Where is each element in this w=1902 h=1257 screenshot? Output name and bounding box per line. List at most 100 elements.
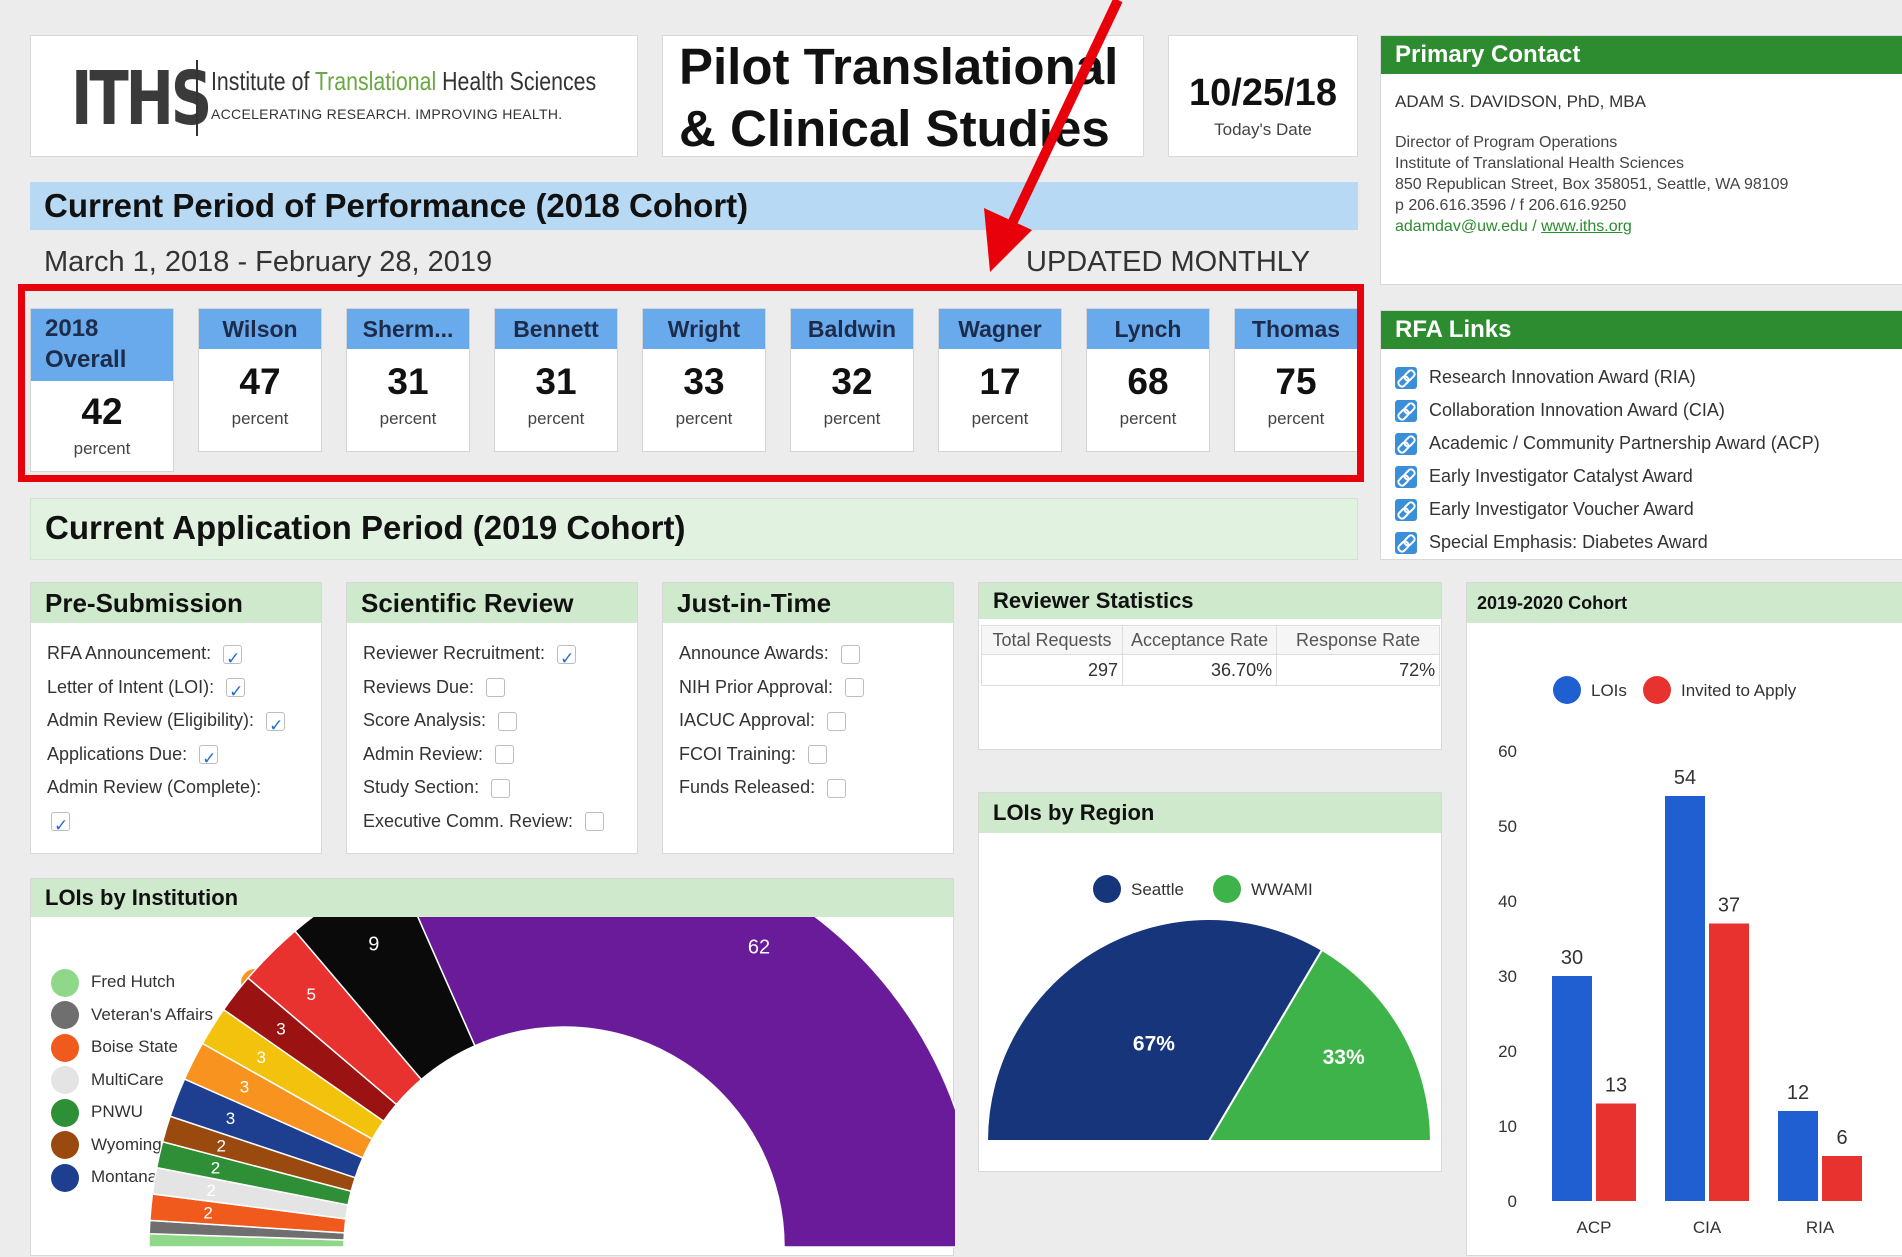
checklist-item: Study Section: bbox=[363, 771, 627, 805]
bar bbox=[1709, 923, 1749, 1201]
date-card: 10/25/18 Today's Date bbox=[1168, 35, 1358, 157]
bar-value-label: 13 bbox=[1605, 1075, 1627, 1097]
checklist-item: Applications Due: bbox=[47, 738, 311, 775]
application-period-heading: Current Application Period (2019 Cohort) bbox=[30, 498, 1358, 560]
scientific-review-heading: Scientific Review bbox=[347, 583, 637, 623]
rfa-link-diabetes[interactable]: Special Emphasis: Diabetes Award bbox=[1395, 526, 1820, 559]
contact-phone: p 206.616.3596 / f 206.616.9250 bbox=[1395, 197, 1627, 214]
logo-divider bbox=[196, 60, 198, 136]
lois-by-institution-panel: LOIs by Institution Fred Hutch Veteran's … bbox=[30, 878, 955, 1256]
bar bbox=[1778, 1111, 1818, 1201]
scientific-review-checklist: Reviewer Recruitment: Reviews Due: Score… bbox=[363, 637, 627, 838]
cohort-chart-heading: 2019-2020 Cohort bbox=[1467, 583, 1902, 623]
logo-institute-name: Institute of Translational Health Scienc… bbox=[211, 66, 596, 97]
bar-value-label: 12 bbox=[1787, 1082, 1809, 1104]
rfa-link-label: Research Innovation Award (RIA) bbox=[1429, 367, 1696, 387]
checklist-item: Reviews Due: bbox=[363, 671, 627, 705]
iths-logo-mark: ITHS bbox=[71, 56, 212, 142]
rfa-link-voucher[interactable]: Early Investigator Voucher Award bbox=[1395, 493, 1820, 526]
checkbox[interactable] bbox=[498, 711, 518, 731]
table-cell: 72% bbox=[1276, 654, 1441, 686]
rfa-link-label: Early Investigator Catalyst Award bbox=[1429, 466, 1693, 486]
checklist-item: Admin Review (Complete): bbox=[47, 771, 311, 805]
y-tick-label: 10 bbox=[1498, 1117, 1517, 1136]
checkbox[interactable] bbox=[808, 745, 828, 765]
pre-submission-heading: Pre-Submission bbox=[31, 583, 321, 623]
bar-value-label: 30 bbox=[1561, 947, 1583, 969]
table-header-cell: Total Requests bbox=[981, 625, 1123, 655]
checkbox[interactable] bbox=[486, 678, 506, 698]
checklist-label: Admin Review (Complete): bbox=[47, 777, 262, 797]
checkbox[interactable] bbox=[827, 778, 847, 798]
checklist-label: Admin Review (Eligibility): bbox=[47, 710, 255, 730]
reviewer-statistics-table: Total Requests Acceptance Rate Response … bbox=[981, 625, 1441, 686]
arrow-shaft bbox=[1003, 0, 1123, 235]
red-arrow-annotation bbox=[984, 0, 1123, 272]
region-slice-label: 33% bbox=[1323, 1046, 1365, 1069]
contact-email-link[interactable]: adamdav@uw.edu bbox=[1395, 218, 1528, 235]
bar-value-label: 37 bbox=[1718, 895, 1740, 917]
y-tick-label: 40 bbox=[1498, 892, 1517, 911]
rfa-link-cia[interactable]: Collaboration Innovation Award (CIA) bbox=[1395, 394, 1820, 427]
checklist-label: NIH Prior Approval: bbox=[679, 676, 834, 697]
slice-value-label: 5 bbox=[306, 985, 315, 1004]
slice-value-label: 3 bbox=[276, 1020, 285, 1039]
donut-slice bbox=[417, 917, 955, 1248]
legend-swatch bbox=[1213, 875, 1241, 903]
legend-swatch bbox=[1643, 676, 1671, 704]
rfa-links-card: RFA Links Research Innovation Award (RIA… bbox=[1380, 310, 1902, 560]
checklist-item: Reviewer Recruitment: bbox=[363, 637, 627, 675]
checklist-label: Study Section: bbox=[363, 777, 480, 797]
table-header-cell: Acceptance Rate bbox=[1121, 625, 1278, 655]
slice-value-label: 2 bbox=[211, 1158, 220, 1177]
checkbox[interactable] bbox=[840, 644, 860, 664]
checklist-item: Announce Awards: bbox=[679, 637, 943, 671]
link-icon bbox=[1395, 432, 1417, 455]
contact-name: ADAM S. DAVIDSON, PhD, MBA bbox=[1395, 92, 1646, 111]
link-icon bbox=[1395, 399, 1417, 422]
checkbox[interactable] bbox=[827, 711, 847, 731]
checkbox[interactable] bbox=[266, 709, 286, 742]
y-tick-label: 0 bbox=[1508, 1192, 1517, 1211]
lois-by-region-heading: LOIs by Region bbox=[979, 793, 1441, 833]
highlight-frame bbox=[18, 284, 1364, 482]
checkbox[interactable] bbox=[491, 778, 511, 798]
checklist-item: IACUC Approval: bbox=[679, 704, 943, 738]
slice-value-label: 2 bbox=[203, 1204, 212, 1223]
checkbox[interactable] bbox=[557, 642, 577, 675]
rfa-link-ria[interactable]: Research Innovation Award (RIA) bbox=[1395, 361, 1820, 394]
logo-name-suffix: Health Sciences bbox=[436, 66, 597, 96]
table-cell: 297 bbox=[981, 654, 1123, 686]
checklist-label: Applications Due: bbox=[47, 743, 188, 764]
checkbox[interactable] bbox=[845, 678, 865, 698]
primary-contact-heading: Primary Contact bbox=[1381, 36, 1902, 74]
checkbox[interactable] bbox=[226, 675, 246, 708]
just-in-time-panel: Just-in-Time Announce Awards: NIH Prior … bbox=[662, 582, 954, 854]
checkbox[interactable] bbox=[199, 742, 219, 775]
checkbox[interactable] bbox=[585, 812, 605, 832]
checkbox[interactable] bbox=[495, 745, 515, 765]
checkbox[interactable] bbox=[51, 809, 70, 842]
checkbox[interactable] bbox=[223, 642, 243, 675]
contact-role: Director of Program Operations bbox=[1395, 134, 1618, 151]
x-tick-label: CIA bbox=[1693, 1218, 1722, 1237]
contact-website-link[interactable]: www.iths.org bbox=[1541, 218, 1632, 235]
rfa-link-acp[interactable]: Academic / Community Partnership Award (… bbox=[1395, 427, 1820, 460]
just-in-time-heading: Just-in-Time bbox=[663, 583, 953, 623]
checklist-item: Letter of Intent (LOI): bbox=[47, 671, 311, 708]
performance-period-heading: Current Period of Performance (2018 Coho… bbox=[30, 182, 1358, 230]
slice-value-label: 3 bbox=[226, 1109, 235, 1128]
checklist-item-continued bbox=[47, 805, 311, 842]
reviewer-statistics-panel: Reviewer Statistics Total Requests Accep… bbox=[978, 582, 1442, 750]
rfa-link-label: Collaboration Innovation Award (CIA) bbox=[1429, 400, 1725, 420]
rfa-links-list: Research Innovation Award (RIA) Collabor… bbox=[1395, 361, 1820, 559]
y-tick-label: 20 bbox=[1498, 1042, 1517, 1061]
bar bbox=[1596, 1103, 1636, 1201]
legend-label: LOIs bbox=[1591, 681, 1627, 700]
checklist-label: Executive Comm. Review: bbox=[363, 810, 574, 831]
contact-details: Director of Program Operations Institute… bbox=[1395, 132, 1788, 237]
cohort-bar-chart: LOIs Invited to Apply 0 10 20 30 40 50 60 30 13 ACP… bbox=[1498, 676, 1862, 1237]
checklist-item: RFA Announcement: bbox=[47, 637, 311, 675]
link-icon bbox=[1395, 465, 1417, 488]
rfa-link-catalyst[interactable]: Early Investigator Catalyst Award bbox=[1395, 460, 1820, 493]
